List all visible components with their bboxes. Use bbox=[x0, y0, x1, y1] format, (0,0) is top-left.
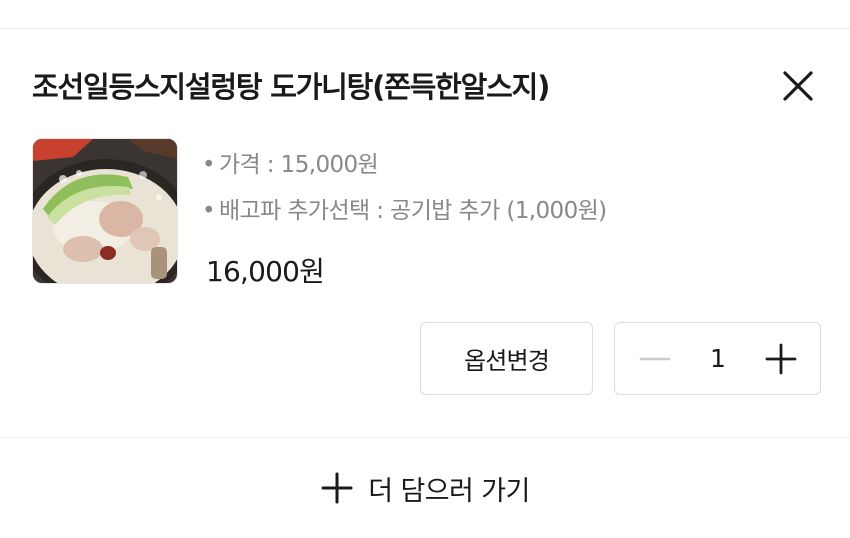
option-text: 가격 : 15,000원 bbox=[218, 152, 379, 178]
soup-photo bbox=[33, 139, 177, 283]
option-text: 배고파 추가선택 : 공기밥 추가 (1,000원) bbox=[218, 198, 607, 224]
plus-icon bbox=[321, 472, 353, 504]
add-more-label: 더 담으러 가기 bbox=[368, 475, 530, 507]
item-thumbnail bbox=[32, 138, 178, 284]
close-button[interactable] bbox=[778, 66, 818, 106]
close-icon bbox=[783, 71, 813, 101]
bullet: • bbox=[202, 152, 216, 178]
quantity-stepper: 1 bbox=[614, 322, 821, 395]
item-price: 16,000원 bbox=[206, 255, 325, 288]
option-extra: • 배고파 추가선택 : 공기밥 추가 (1,000원) bbox=[202, 191, 607, 225]
top-divider bbox=[0, 28, 850, 29]
item-title: 조선일등스지설렁탕 도가니탕(쫀득한알스지) bbox=[32, 70, 550, 104]
bullet: • bbox=[202, 198, 216, 224]
option-price: • 가격 : 15,000원 bbox=[202, 145, 379, 179]
change-option-button[interactable]: 옵션변경 bbox=[420, 322, 593, 395]
plus-icon[interactable] bbox=[763, 341, 799, 377]
minus-icon[interactable] bbox=[637, 341, 673, 377]
quantity-value: 1 bbox=[710, 344, 726, 373]
add-more-button[interactable]: 더 담으러 가기 bbox=[0, 438, 850, 538]
